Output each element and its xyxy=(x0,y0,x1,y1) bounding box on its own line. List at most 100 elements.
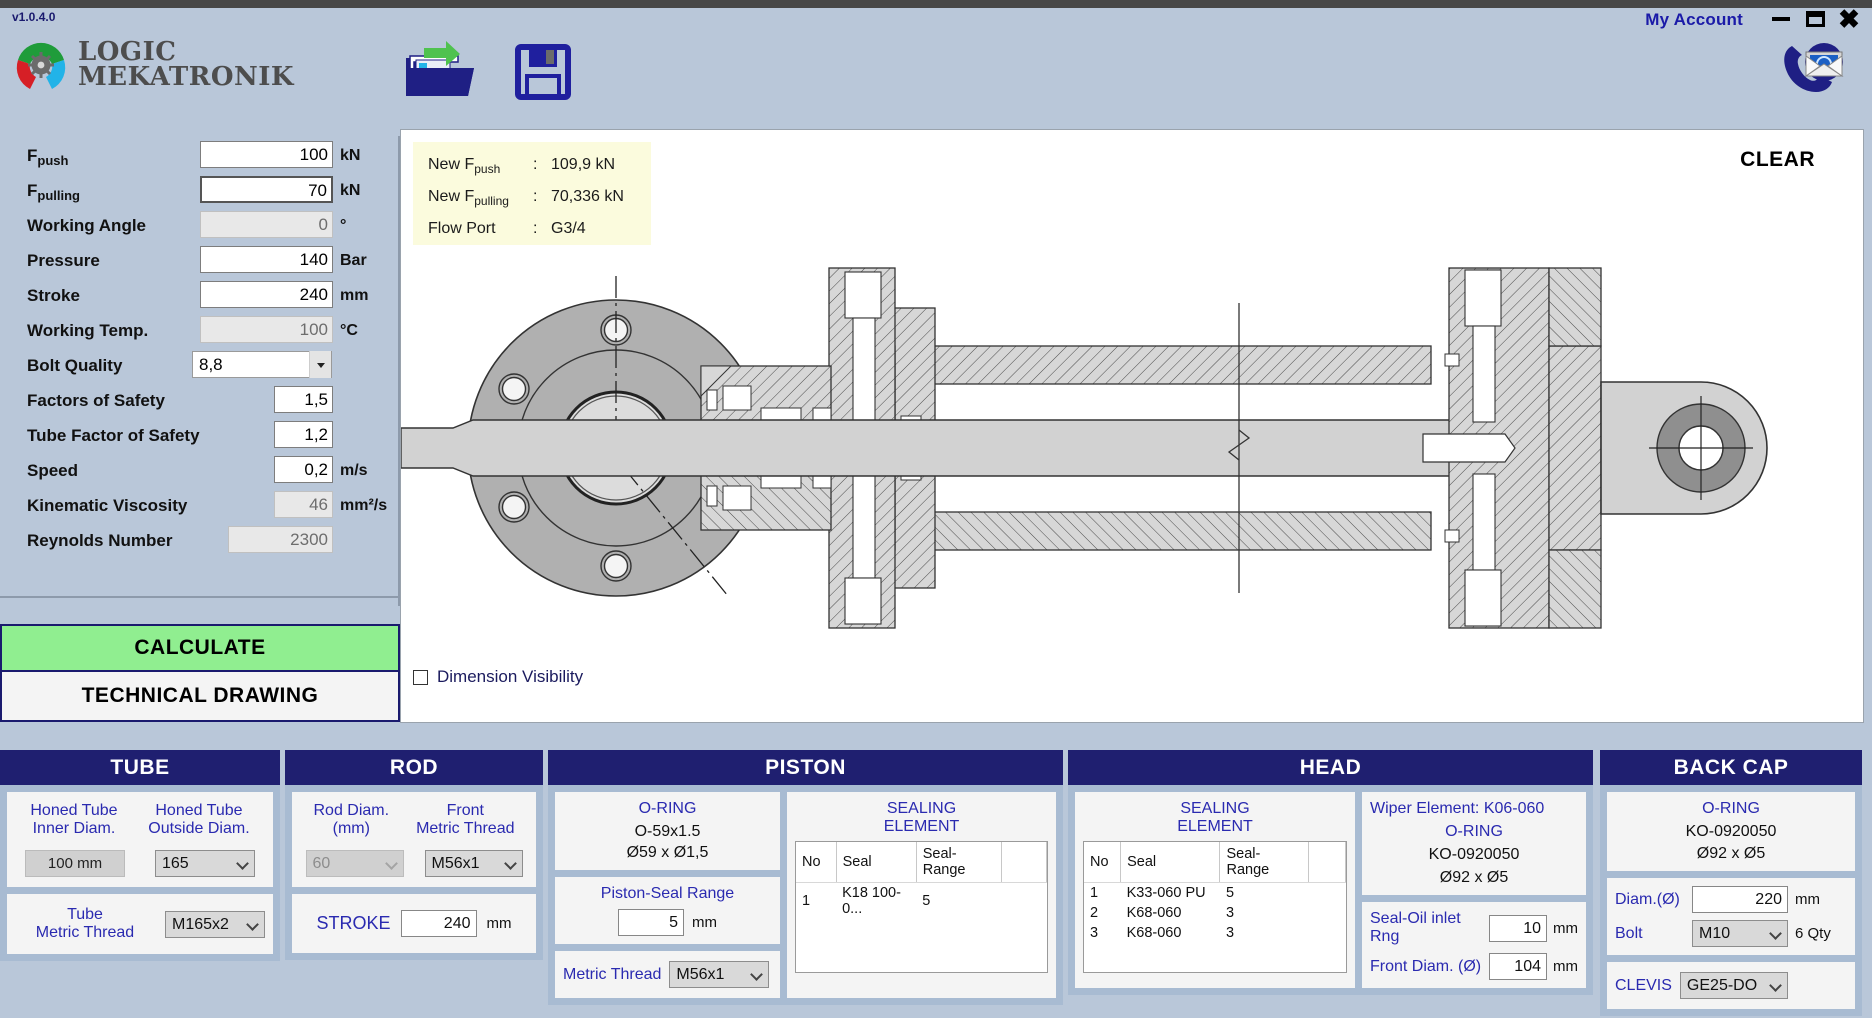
honed-inner-label-1: Honed Tube xyxy=(30,802,118,819)
rod-stroke-input[interactable]: 240 xyxy=(400,910,477,937)
head-td-no-1: 1 xyxy=(1090,885,1099,901)
minimize-button[interactable] xyxy=(1766,6,1796,32)
param-row-factors-safety: Factors of Safety 1,5 xyxy=(0,383,400,418)
head-section: HEAD SEALING ELEMENT No Seal Seal-Range xyxy=(1068,750,1593,995)
honed-outer-label-2: Outside Diam. xyxy=(148,820,250,837)
tube-thread-select[interactable]: M165x2 xyxy=(165,910,265,938)
honed-outer-select[interactable]: 165 xyxy=(155,850,255,877)
piston-thread-value: M56x1 xyxy=(676,966,725,983)
dimension-visibility-checkbox[interactable]: Dimension Visibility xyxy=(413,667,583,687)
head-front-diam-label: Front Diam. (Ø) xyxy=(1370,957,1482,975)
front-thread-select[interactable]: M56x1 xyxy=(424,850,523,877)
result-colon-3: : xyxy=(533,220,538,237)
piston-oring-title: O-RING xyxy=(638,800,697,817)
result-colon-1: : xyxy=(533,156,538,173)
fpulling-input[interactable]: 70 xyxy=(200,176,333,203)
backcap-clevis-select[interactable]: GE25-DO xyxy=(1679,972,1788,999)
head-sealing-card: SEALING ELEMENT No Seal Seal-Range 1 K33… xyxy=(1075,792,1355,988)
head-th-no: No xyxy=(1084,842,1122,883)
piston-td-blank xyxy=(1001,883,1046,920)
front-thread-value: M56x1 xyxy=(431,855,480,872)
my-account-link[interactable]: My Account xyxy=(1645,10,1743,30)
head-th-range: Seal-Range xyxy=(1219,842,1310,883)
technical-drawing-button[interactable]: TECHNICAL DRAWING xyxy=(0,672,400,722)
piston-seal-table[interactable]: No Seal Seal-Range 1 K18 100-0... 5 xyxy=(795,841,1048,973)
tube-thread-label-1: Tube xyxy=(67,906,103,923)
close-button[interactable]: ✖ xyxy=(1834,6,1864,32)
piston-td-seal: K18 100-0... xyxy=(842,885,901,917)
save-button[interactable] xyxy=(515,44,571,100)
chevron-down-icon xyxy=(1769,979,1782,992)
piston-seal-range-input[interactable]: 5 xyxy=(618,909,684,936)
table-row[interactable]: 1 K18 100-0... 5 xyxy=(796,883,1047,920)
table-row[interactable]: 1 K33-060 PU 5 xyxy=(1084,883,1346,904)
table-row[interactable]: 3 K68-060 3 xyxy=(1084,923,1346,943)
head-wiper-oring-card: Wiper Element: K06-060 O-RING KO-0920050… xyxy=(1362,792,1586,895)
rod-diam-card: Rod Diam. (mm) Front Metric Thread 60 M5… xyxy=(292,792,536,887)
rod-diam-select[interactable]: 60 xyxy=(305,850,404,877)
calculate-button[interactable]: CALCULATE xyxy=(0,624,400,672)
backcap-oring-code: KO-0920050 xyxy=(1685,823,1777,840)
head-th-seal: Seal xyxy=(1120,842,1221,883)
save-floppy-icon xyxy=(515,44,571,100)
piston-th-range: Seal-Range xyxy=(916,842,1002,883)
minimize-icon xyxy=(1772,17,1790,21)
technical-drawing-canvas xyxy=(400,248,1865,648)
logo-mark-icon xyxy=(10,34,72,96)
piston-th-blank xyxy=(1001,842,1048,883)
result-colon-2: : xyxy=(533,188,538,205)
param-label-stroke: Stroke xyxy=(27,286,80,305)
stroke-input[interactable]: 240 xyxy=(200,281,333,308)
contact-button[interactable] xyxy=(1778,38,1848,100)
brand-line-2: MEKATRONIK xyxy=(78,62,295,92)
piston-seal-range-card: Piston-Seal Range 5 mm xyxy=(555,877,780,944)
result-value-fpush: 109,9 kN xyxy=(551,156,616,173)
title-bar-strip xyxy=(0,0,1872,8)
maximize-button[interactable] xyxy=(1800,6,1830,32)
piston-section-title: PISTON xyxy=(548,750,1063,785)
head-front-diam-input[interactable]: 104 xyxy=(1489,953,1547,980)
viscosity-unit: mm²/s xyxy=(340,497,388,514)
bolt-quality-value: 8,8 xyxy=(199,355,223,374)
working-temp-input: 100 xyxy=(200,316,333,343)
head-seal-table[interactable]: No Seal Seal-Range 1 K33-060 PU 5 2 K68-… xyxy=(1083,841,1347,973)
bolt-quality-select[interactable]: 8,8 xyxy=(192,351,332,378)
clear-button[interactable]: CLEAR xyxy=(1740,148,1815,172)
speed-input[interactable]: 0,2 xyxy=(274,456,333,483)
table-row[interactable]: 2 K68-060 3 xyxy=(1084,903,1346,923)
honed-inner-label-2: Inner Diam. xyxy=(32,820,116,837)
param-row-fpulling: Fpulling 70 kN xyxy=(0,173,400,208)
param-row-stroke: Stroke 240 mm xyxy=(0,278,400,313)
pressure-input[interactable]: 140 xyxy=(200,246,333,273)
param-row-working-angle: Working Angle 0 ° xyxy=(0,208,400,243)
head-td-no-2: 2 xyxy=(1090,905,1099,921)
component-panels: TUBE Honed Tube Inner Diam. Honed Tube O… xyxy=(0,750,1872,1018)
rod-section-title: ROD xyxy=(285,750,543,785)
piston-thread-select[interactable]: M56x1 xyxy=(669,961,770,988)
head-seal-oil-input[interactable]: 10 xyxy=(1489,914,1547,942)
result-sub-fpulling: pulling xyxy=(474,194,509,208)
open-folder-button[interactable] xyxy=(400,38,478,102)
param-row-speed: Speed 0,2 m/s xyxy=(0,453,400,488)
result-value-flowport: G3/4 xyxy=(551,220,586,237)
phone-mail-icon xyxy=(1784,43,1844,92)
drawing-area: New Fpush : 109,9 kN New Fpulling : 70,3… xyxy=(400,129,1864,723)
piston-section: PISTON O-RING O-59x1.5 Ø59 x Ø1,5 Piston… xyxy=(548,750,1063,1005)
head-th-blank xyxy=(1308,842,1346,883)
fpush-input[interactable]: 100 xyxy=(200,141,333,168)
backcap-diam-input[interactable]: 220 xyxy=(1692,886,1788,913)
result-row-fpush: New Fpush : 109,9 kN xyxy=(423,152,651,184)
factors-of-safety-input[interactable]: 1,5 xyxy=(274,386,333,413)
backcap-bolt-select[interactable]: M10 xyxy=(1692,920,1788,947)
tube-factor-of-safety-input[interactable]: 1,2 xyxy=(274,421,333,448)
dimension-visibility-label: Dimension Visibility xyxy=(437,667,584,686)
chevron-down-icon xyxy=(750,968,764,981)
working-angle-input: 0 xyxy=(200,211,333,238)
checkbox-icon[interactable] xyxy=(413,669,428,685)
head-oring-code: KO-0920050 xyxy=(1428,846,1520,863)
param-row-reynolds: Reynolds Number 2300 xyxy=(0,523,400,558)
piston-seal-range-unit: mm xyxy=(692,914,717,931)
clevis-eye xyxy=(1600,381,1768,515)
maximize-icon xyxy=(1805,11,1825,27)
head-front-diam-unit: mm xyxy=(1553,958,1578,975)
